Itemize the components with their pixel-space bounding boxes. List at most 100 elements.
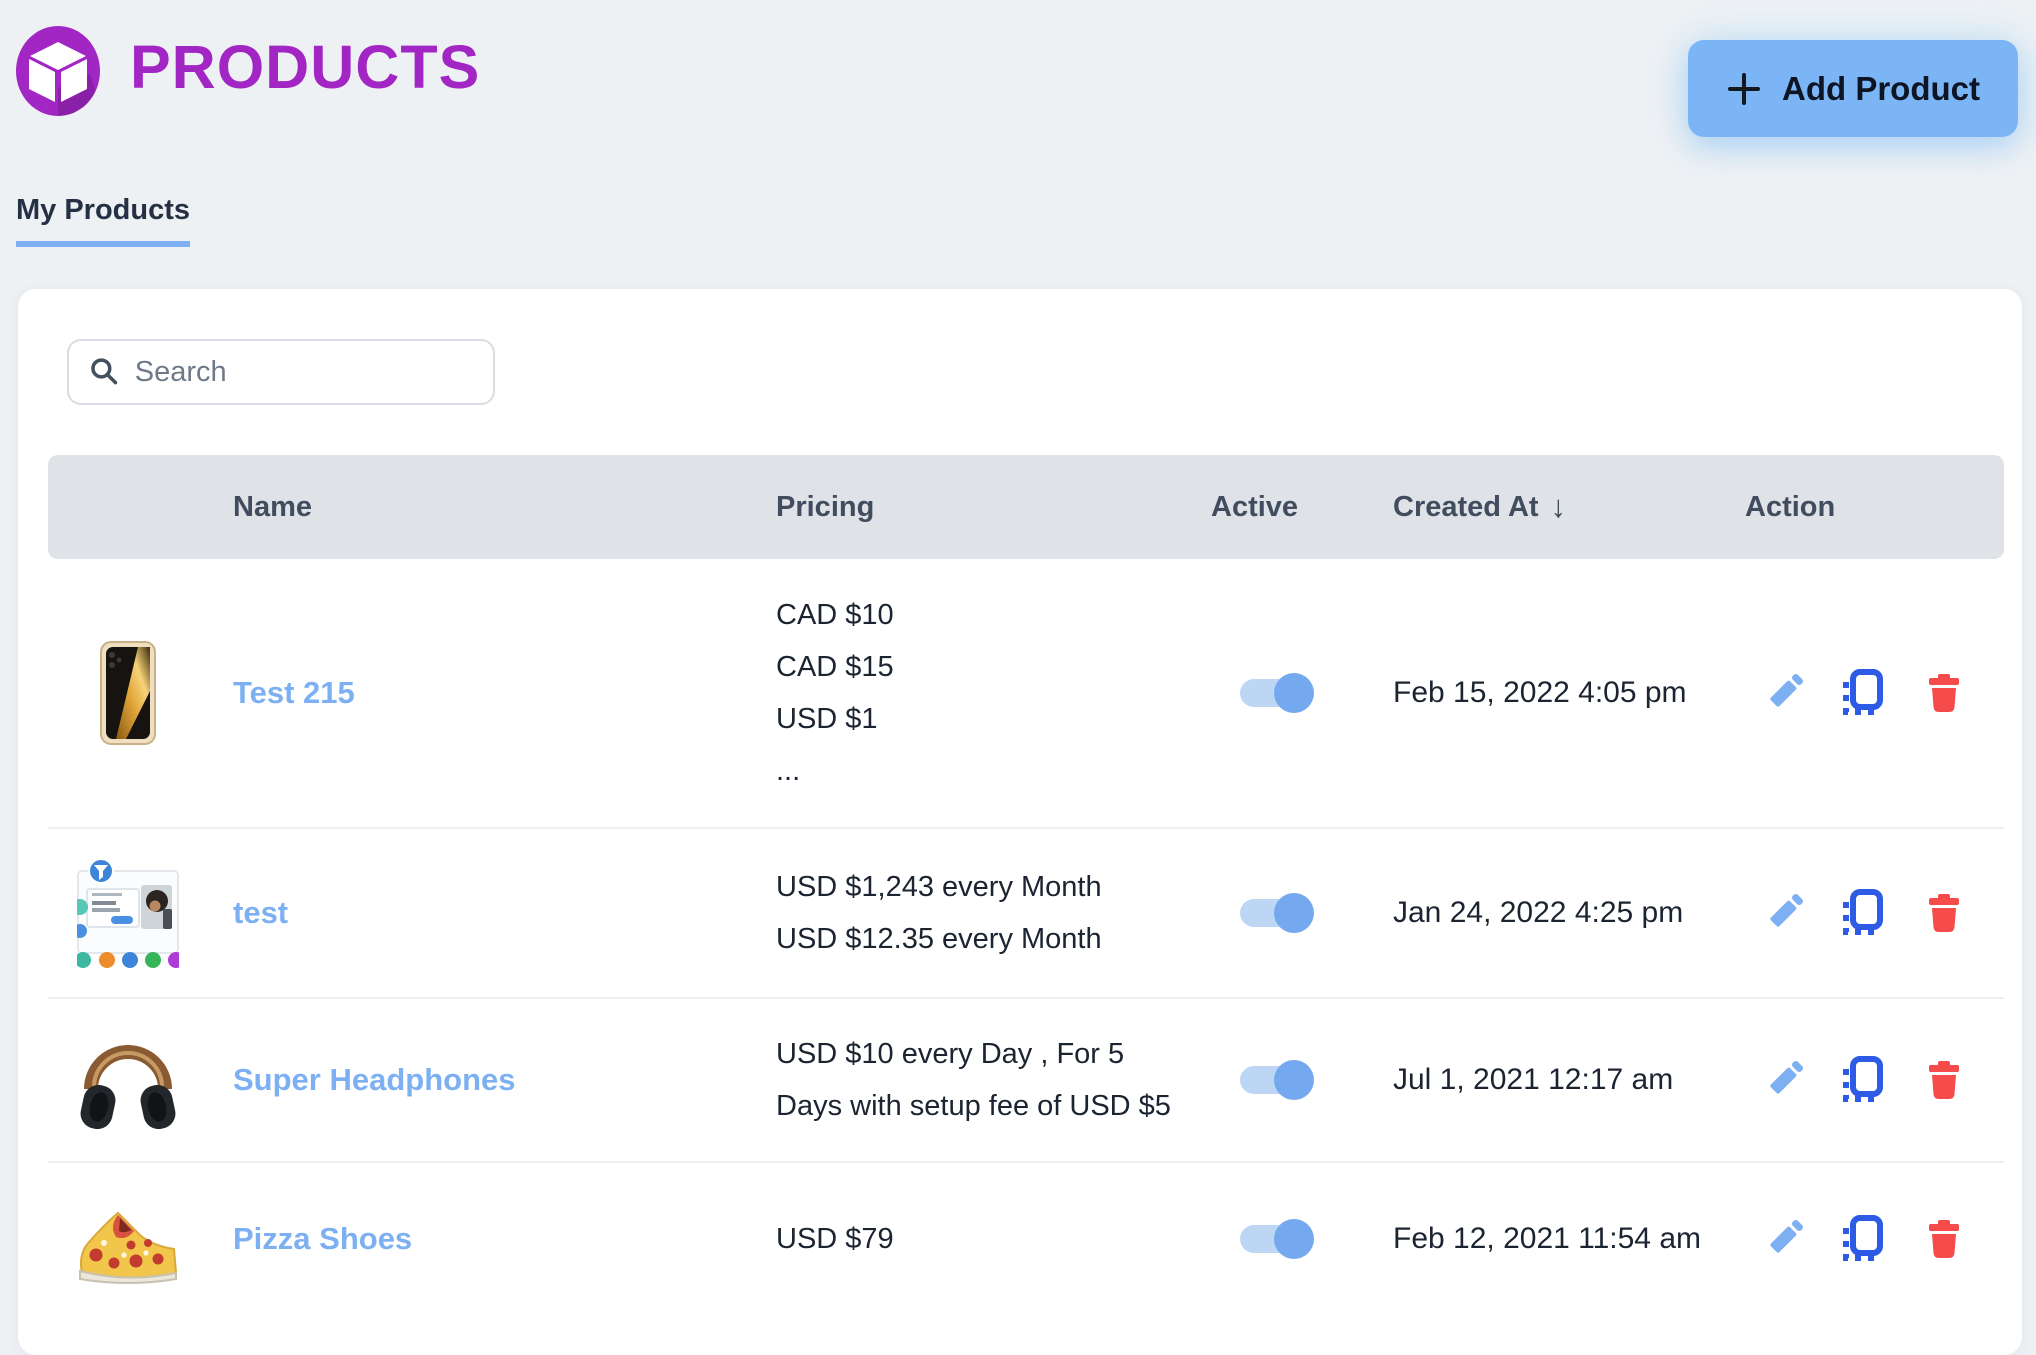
sort-desc-icon[interactable]: ↓ (1551, 489, 1567, 525)
product-name-link[interactable]: Super Headphones (233, 1062, 753, 1098)
product-image-headphones (78, 1027, 178, 1133)
delete-button[interactable] (1928, 673, 1960, 713)
price-list: USD $10 every Day , For 5 Days with setu… (776, 1028, 1173, 1132)
product-pricing-cell: USD $79 (753, 1213, 1183, 1265)
column-header-action: Action (1733, 491, 2004, 524)
active-toggle[interactable] (1240, 899, 1312, 927)
pencil-icon (1763, 672, 1803, 714)
product-pricing-cell: USD $1,243 every MonthUSD $12.35 every M… (753, 861, 1183, 965)
copy-icon (1839, 669, 1883, 717)
add-product-label: Add Product (1782, 70, 1980, 108)
product-thumbnail (76, 1027, 180, 1133)
active-toggle[interactable] (1240, 1066, 1312, 1094)
delete-button[interactable] (1928, 893, 1960, 933)
trash-icon (1928, 1219, 1960, 1259)
price-line: USD $1 (776, 693, 1173, 745)
product-actions-cell (1733, 669, 2004, 717)
product-name-link[interactable]: Test 215 (233, 675, 753, 711)
product-created-at: Jul 1, 2021 12:17 am (1393, 1063, 1733, 1097)
edit-button[interactable] (1763, 672, 1803, 714)
product-created-at: Jan 24, 2022 4:25 pm (1393, 896, 1733, 930)
product-image-iphone (100, 641, 156, 745)
duplicate-button[interactable] (1839, 669, 1883, 717)
price-line: ... (776, 745, 1173, 797)
table-row: test USD $1,243 every MonthUSD $12.35 ev… (48, 829, 2004, 999)
product-active-cell (1183, 1225, 1393, 1253)
delete-button[interactable] (1928, 1219, 1960, 1259)
copy-icon (1839, 889, 1883, 937)
active-toggle-knob (1274, 1219, 1314, 1259)
pencil-icon (1763, 892, 1803, 934)
column-header-created-at-label: Created At (1393, 491, 1539, 524)
tab-my-products[interactable]: My Products (16, 194, 190, 247)
active-toggle-knob (1274, 673, 1314, 713)
pencil-icon (1763, 1218, 1803, 1260)
search-input[interactable] (135, 356, 475, 389)
table-row: Pizza Shoes USD $79 Feb 12, 2021 11:54 a… (48, 1163, 2004, 1315)
product-created-at: Feb 15, 2022 4:05 pm (1393, 676, 1733, 710)
copy-icon (1839, 1056, 1883, 1104)
price-list: CAD $10CAD $15USD $1... (776, 589, 1173, 797)
price-line: USD $79 (776, 1213, 1173, 1265)
active-toggle[interactable] (1240, 1225, 1312, 1253)
table-header-row: Name Pricing Active Created At ↓ Action (48, 455, 2004, 559)
trash-icon (1928, 1060, 1960, 1100)
price-list: USD $1,243 every MonthUSD $12.35 every M… (776, 861, 1173, 965)
table-row: Test 215 CAD $10CAD $15USD $1... Feb 15,… (48, 559, 2004, 829)
product-active-cell (1183, 899, 1393, 927)
products-card: Name Pricing Active Created At ↓ Action (18, 289, 2022, 1355)
product-created-at: Feb 12, 2021 11:54 am (1393, 1222, 1733, 1256)
price-list: USD $79 (776, 1213, 1173, 1265)
price-line: USD $12.35 every Month (776, 913, 1173, 965)
product-actions-cell (1733, 889, 2004, 937)
products-logo (16, 26, 100, 116)
product-active-cell (1183, 1066, 1393, 1094)
column-header-name: Name (233, 491, 753, 524)
edit-button[interactable] (1763, 1059, 1803, 1101)
column-header-pricing: Pricing (753, 491, 1183, 524)
delete-button[interactable] (1928, 1060, 1960, 1100)
product-active-cell (1183, 679, 1393, 707)
pencil-icon (1763, 1059, 1803, 1101)
edit-button[interactable] (1763, 1218, 1803, 1260)
table-row: Super Headphones USD $10 every Day , For… (48, 999, 2004, 1163)
search-box[interactable] (67, 339, 495, 405)
active-toggle-knob (1274, 1060, 1314, 1100)
add-product-button[interactable]: Add Product (1688, 40, 2018, 137)
price-line: CAD $10 (776, 589, 1173, 641)
duplicate-button[interactable] (1839, 1215, 1883, 1263)
edit-button[interactable] (1763, 892, 1803, 934)
product-thumbnail (76, 857, 180, 969)
product-thumbnail-cell (48, 1191, 233, 1287)
tabs-bar: My Products (0, 146, 2036, 247)
product-pricing-cell: CAD $10CAD $15USD $1... (753, 589, 1183, 797)
product-thumbnail (76, 641, 180, 745)
table-body: Test 215 CAD $10CAD $15USD $1... Feb 15,… (48, 559, 2004, 1315)
product-thumbnail-cell (48, 641, 233, 745)
plus-icon (1726, 71, 1762, 107)
product-actions-cell (1733, 1056, 2004, 1104)
cube-icon (16, 26, 100, 116)
copy-icon (1839, 1215, 1883, 1263)
column-header-created-at[interactable]: Created At ↓ (1393, 489, 1733, 525)
product-thumbnail-cell (48, 857, 233, 969)
product-image-landing (77, 857, 179, 969)
duplicate-button[interactable] (1839, 1056, 1883, 1104)
duplicate-button[interactable] (1839, 889, 1883, 937)
product-name-link[interactable]: Pizza Shoes (233, 1221, 753, 1257)
trash-icon (1928, 673, 1960, 713)
search-icon (89, 354, 121, 390)
product-pricing-cell: USD $10 every Day , For 5 Days with setu… (753, 1028, 1183, 1132)
column-header-active: Active (1183, 491, 1393, 524)
product-image-pizza-shoes (76, 1191, 180, 1287)
active-toggle[interactable] (1240, 679, 1312, 707)
active-toggle-knob (1274, 893, 1314, 933)
product-actions-cell (1733, 1215, 2004, 1263)
product-name-link[interactable]: test (233, 895, 753, 931)
product-thumbnail-cell (48, 1027, 233, 1133)
page-title: PRODUCTS (130, 32, 480, 102)
product-thumbnail (76, 1191, 180, 1287)
page-header: PRODUCTS Add Product (0, 0, 2036, 146)
price-line: CAD $15 (776, 641, 1173, 693)
trash-icon (1928, 893, 1960, 933)
